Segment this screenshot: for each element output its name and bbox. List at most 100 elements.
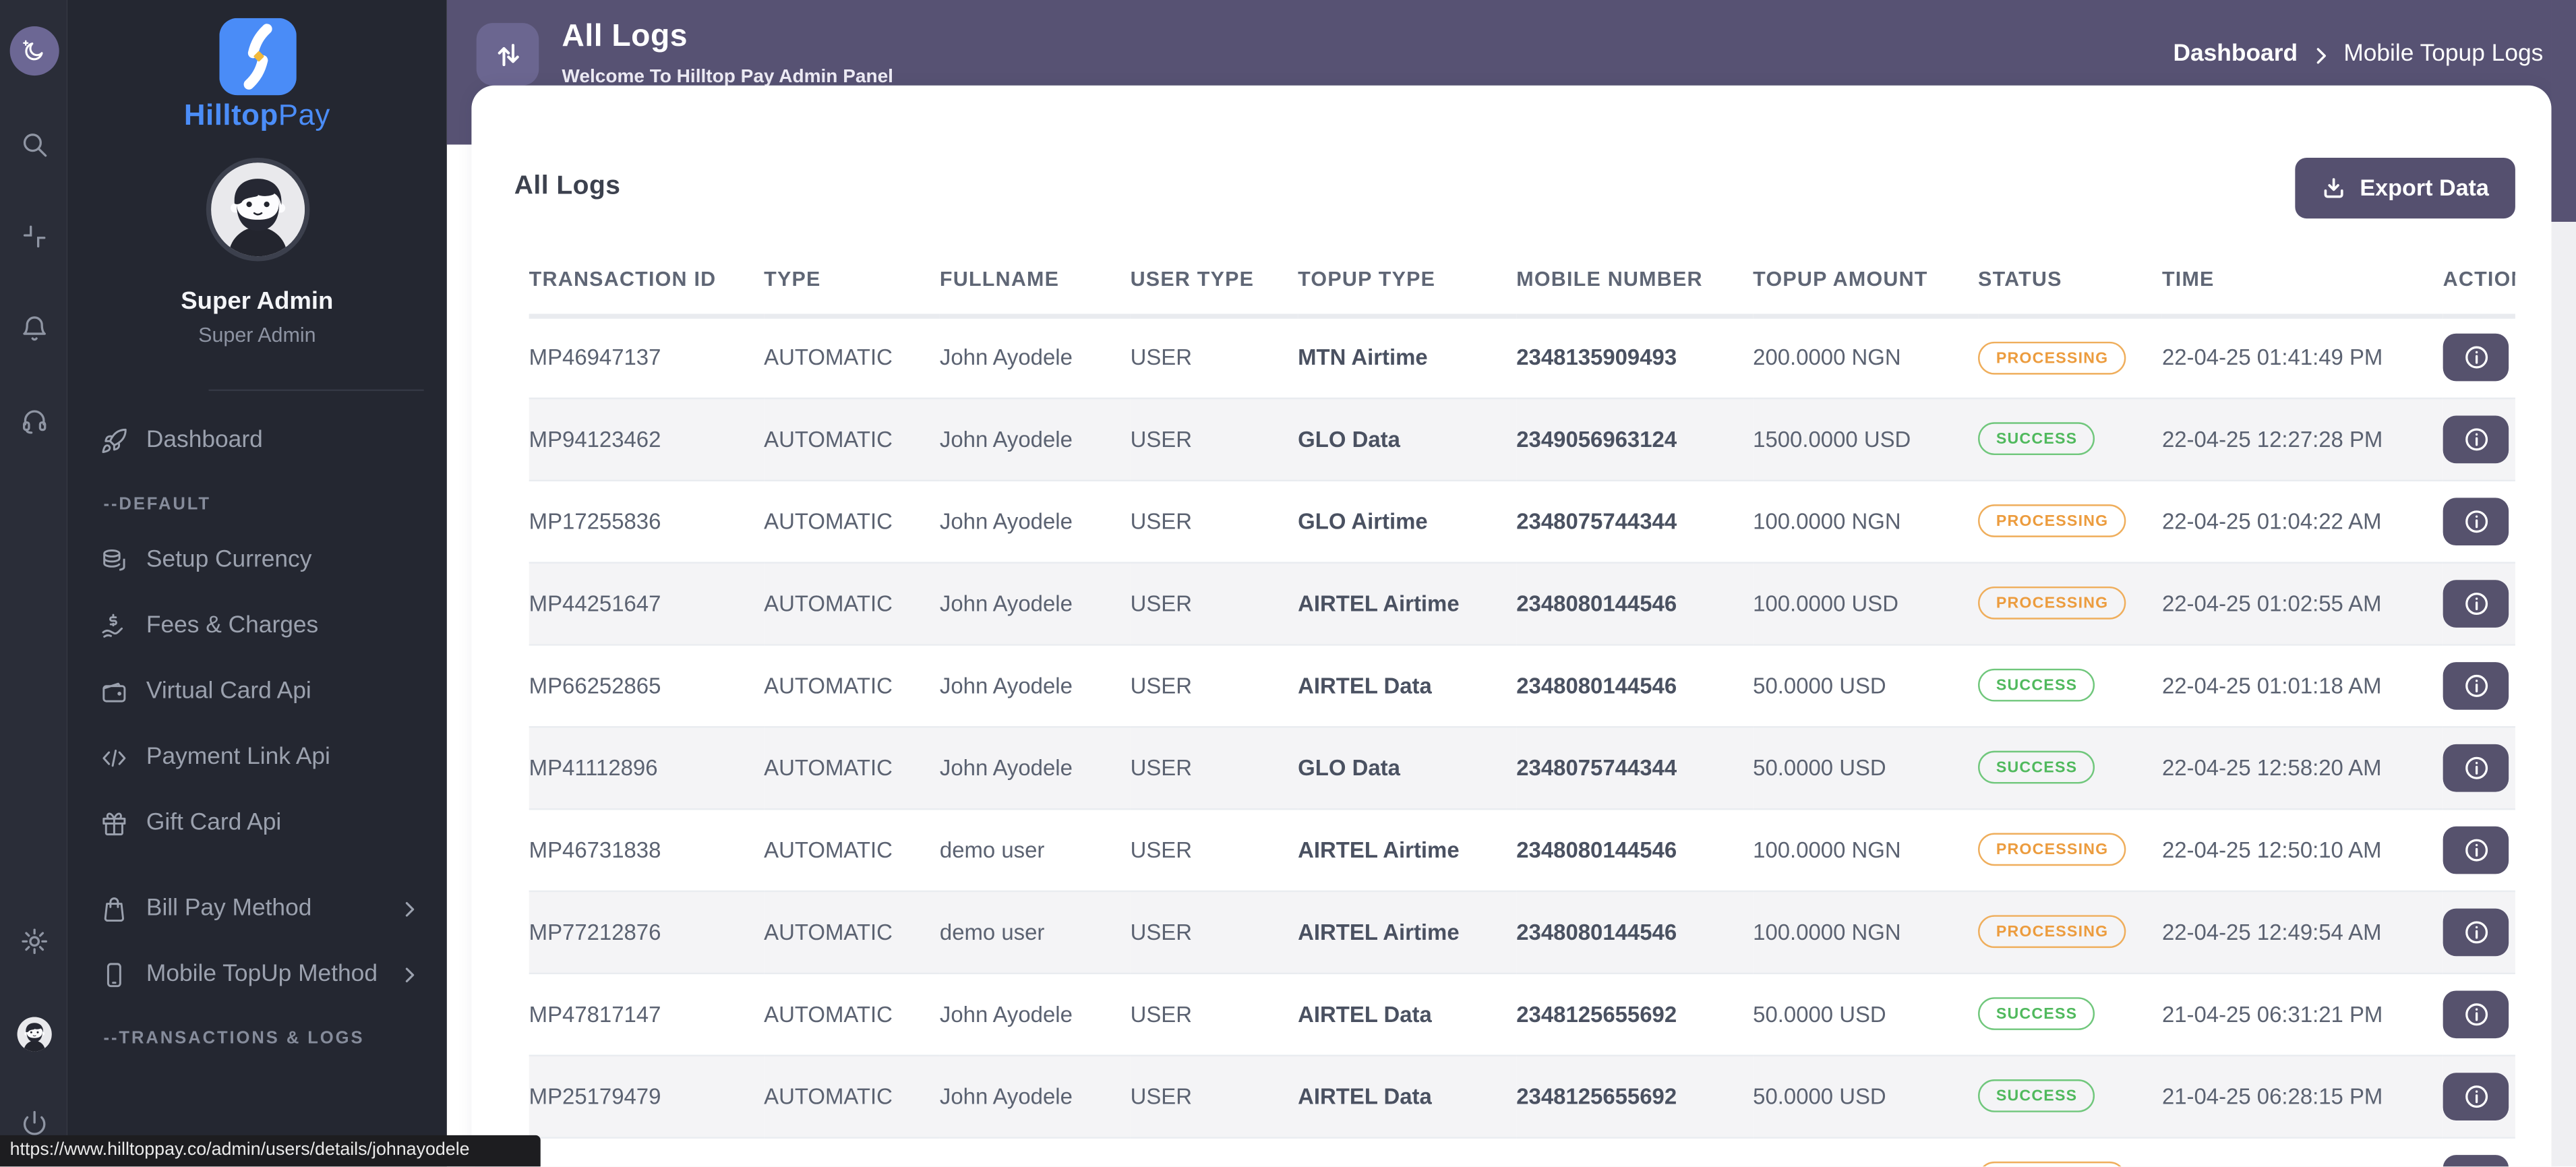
rocket-icon bbox=[100, 426, 128, 454]
page-title: All Logs bbox=[562, 20, 688, 55]
sidebar-item-setup-currency[interactable]: Setup Currency bbox=[67, 527, 447, 593]
cell-topup-type: AIRTEL Airtime bbox=[1298, 837, 1460, 862]
row-details-button[interactable] bbox=[2443, 743, 2509, 791]
cell-user-type: USER bbox=[1130, 345, 1193, 370]
icon-rail bbox=[0, 0, 67, 1167]
row-details-button[interactable] bbox=[2443, 1072, 2509, 1120]
cell-action bbox=[2443, 891, 2515, 973]
info-icon bbox=[2462, 589, 2490, 617]
row-details-button[interactable] bbox=[2443, 579, 2509, 627]
page-subtitle: Welcome To Hilltop Pay Admin Panel bbox=[562, 67, 893, 88]
cell-type: AUTOMATIC bbox=[764, 672, 893, 698]
cell-type: AUTOMATIC bbox=[764, 426, 893, 451]
table-row[interactable]: MP94123462 AUTOMATIC John Ayodele USER G… bbox=[529, 397, 2515, 480]
row-details-button[interactable] bbox=[2443, 661, 2509, 709]
shrink-icon bbox=[19, 222, 49, 251]
sidebar-menu: Dashboard --DEFAULT Setup Currency Fees … bbox=[67, 407, 447, 1061]
column-header-status: STATUS bbox=[1978, 268, 2062, 291]
table-row[interactable]: MP47817147 AUTOMATIC John Ayodele USER A… bbox=[529, 972, 2515, 1055]
scrollbar-thumb[interactable] bbox=[2551, 0, 2576, 222]
power-icon bbox=[19, 1109, 49, 1139]
logs-table-container[interactable]: TRANSACTION ID TYPE FULLNAME USER TYPE TOPUP… bbox=[471, 247, 2515, 1167]
profile-mini-button[interactable] bbox=[16, 1017, 51, 1052]
column-header-type: TYPE bbox=[764, 268, 821, 291]
avatar-mini-icon bbox=[16, 1017, 51, 1051]
gear-icon bbox=[19, 926, 49, 956]
main-area: All Logs Welcome To Hilltop Pay Admin Pa… bbox=[446, 0, 2576, 1167]
row-details-button[interactable] bbox=[2443, 497, 2509, 545]
cell-status: PROCESSING bbox=[1978, 1137, 2162, 1167]
breadcrumb-dashboard[interactable]: Dashboard bbox=[2173, 41, 2298, 67]
search-button[interactable] bbox=[19, 130, 49, 160]
export-data-button[interactable]: Export Data bbox=[2296, 156, 2515, 218]
table-row[interactable]: MP66252865 AUTOMATIC John Ayodele USER A… bbox=[529, 644, 2515, 726]
column-header-topup-type: TOPUP TYPE bbox=[1298, 268, 1436, 291]
settings-button[interactable] bbox=[19, 926, 49, 956]
cell-time: 22-04-25 01:01:18 AM bbox=[2161, 672, 2382, 698]
table-row[interactable]: MP44251647 AUTOMATIC John Ayodele USER A… bbox=[529, 562, 2515, 645]
cell-type: AUTOMATIC bbox=[764, 345, 893, 370]
cell-status: PROCESSING bbox=[1978, 891, 2162, 973]
row-details-button[interactable] bbox=[2443, 333, 2509, 382]
sidebar-item-virtual-card-api[interactable]: Virtual Card Api bbox=[67, 659, 447, 724]
cell-mobile-number: 2349056963124 bbox=[1516, 426, 1677, 451]
table-row[interactable]: MP77212876 AUTOMATIC demo user USER AIRT… bbox=[529, 890, 2515, 973]
sidebar-item-bill-pay-method[interactable]: Bill Pay Method bbox=[67, 876, 447, 941]
cell-time: 22-04-25 01:41:49 PM bbox=[2161, 345, 2383, 370]
cell-status: SUCCESS bbox=[1978, 973, 2162, 1055]
cell-status: PROCESSING bbox=[1978, 480, 2162, 562]
cell-mobile-number: 2348080144546 bbox=[1516, 919, 1677, 944]
status-badge: PROCESSING bbox=[1978, 915, 2127, 949]
profile-role: Super Admin bbox=[198, 324, 316, 347]
table-row[interactable]: MP17255836 AUTOMATIC John Ayodele USER G… bbox=[529, 479, 2515, 562]
compress-button[interactable] bbox=[19, 222, 49, 251]
bell-icon bbox=[19, 313, 49, 343]
column-header-fullname: FULLNAME bbox=[939, 268, 1060, 291]
row-details-button[interactable] bbox=[2443, 907, 2509, 956]
info-icon bbox=[2462, 1000, 2490, 1027]
vertical-scrollbar[interactable] bbox=[2551, 0, 2576, 1167]
card-title: All Logs bbox=[514, 172, 621, 201]
status-badge: PROCESSING bbox=[1978, 1162, 2127, 1167]
cell-user-type: USER bbox=[1130, 672, 1193, 698]
table-row[interactable]: MP46731838 AUTOMATIC demo user USER AIRT… bbox=[529, 808, 2515, 891]
row-details-button[interactable] bbox=[2443, 415, 2509, 462]
headset-icon bbox=[19, 406, 49, 436]
table-row[interactable]: MP25179479 AUTOMATIC John Ayodele USER A… bbox=[529, 1054, 2515, 1137]
status-badge: PROCESSING bbox=[1978, 340, 2127, 374]
cell-user-type: USER bbox=[1130, 426, 1193, 451]
logs-table: TRANSACTION ID TYPE FULLNAME USER TYPE TOPUP… bbox=[529, 247, 2515, 1167]
cell-action bbox=[2443, 398, 2515, 480]
cell-fullname: John Ayodele bbox=[939, 591, 1073, 616]
sidebar-item-fees-charges[interactable]: Fees & Charges bbox=[67, 593, 447, 659]
wallet-icon bbox=[100, 678, 128, 705]
dark-mode-toggle[interactable] bbox=[9, 26, 59, 76]
cell-fullname: demo user bbox=[939, 837, 1045, 862]
cell-user-type: USER bbox=[1130, 1083, 1193, 1108]
notifications-button[interactable] bbox=[19, 313, 49, 343]
download-icon bbox=[2322, 175, 2347, 200]
app-window: HilltopPay Super Admin Super Admin Dashb… bbox=[0, 0, 2576, 1167]
sidebar-toggle-button[interactable] bbox=[476, 23, 539, 86]
cell-topup-amount: 100.0000 USD bbox=[1753, 591, 1898, 616]
table-row[interactable]: MP41112896 AUTOMATIC John Ayodele USER G… bbox=[529, 726, 2515, 808]
sidebar-item-payment-link-api[interactable]: Payment Link Api bbox=[67, 725, 447, 790]
cell-user-type: USER bbox=[1130, 837, 1193, 862]
sidebar-item-gift-card-api[interactable]: Gift Card Api bbox=[67, 790, 447, 856]
sidebar-item-mobile-topup-method[interactable]: Mobile TopUp Method bbox=[67, 941, 447, 1007]
row-details-button[interactable] bbox=[2443, 990, 2509, 1038]
row-details-button[interactable] bbox=[2443, 1154, 2509, 1167]
support-button[interactable] bbox=[19, 406, 49, 436]
hilltoppay-logo[interactable] bbox=[218, 18, 296, 96]
cell-type bbox=[764, 1137, 940, 1166]
table-row[interactable]: PROCESSING bbox=[529, 1137, 2515, 1167]
cell-fullname: John Ayodele bbox=[939, 1001, 1073, 1026]
logout-button[interactable] bbox=[19, 1109, 49, 1139]
cell-fullname: John Ayodele bbox=[939, 345, 1073, 370]
table-row[interactable]: MP46947137 AUTOMATIC John Ayodele USER M… bbox=[529, 316, 2515, 398]
row-details-button[interactable] bbox=[2443, 825, 2509, 874]
cell-topup-type: GLO Airtime bbox=[1298, 508, 1428, 533]
avatar[interactable] bbox=[205, 157, 309, 262]
swap-arrows-icon bbox=[492, 38, 523, 69]
sidebar-item-dashboard[interactable]: Dashboard bbox=[67, 407, 447, 473]
